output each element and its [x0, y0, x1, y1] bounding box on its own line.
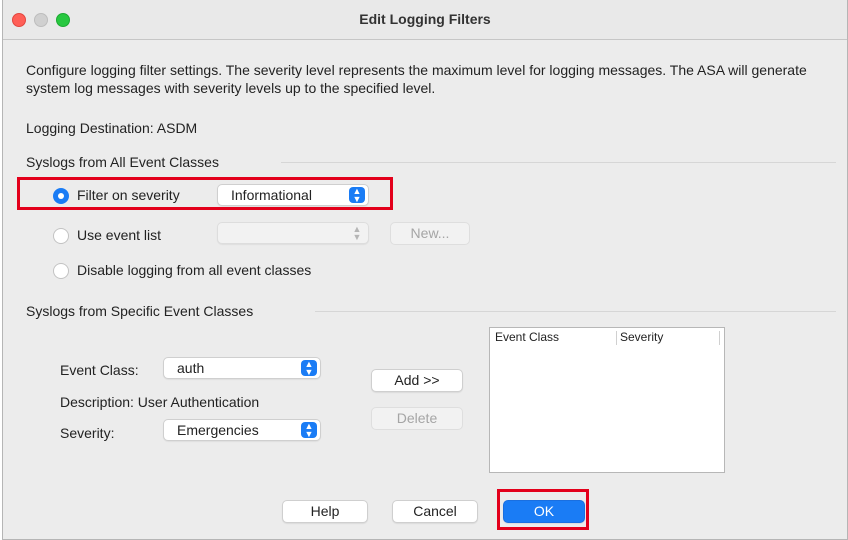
specific-event-classes-heading: Syslogs from Specific Event Classes: [26, 303, 254, 319]
column-header-event-class[interactable]: Event Class: [495, 330, 559, 344]
event-class-description: Description: User Authentication: [60, 394, 260, 410]
severity-value: Emergencies: [177, 422, 259, 438]
dialog-description: Configure logging filter settings. The s…: [26, 62, 807, 96]
column-divider: [616, 331, 617, 345]
severity-select[interactable]: Emergencies ▲ ▼: [163, 419, 321, 441]
disable-logging-label: Disable logging from all event classes: [77, 262, 312, 278]
window-title: Edit Logging Filters: [359, 11, 491, 27]
column-divider: [719, 331, 720, 345]
group-divider: [315, 311, 836, 312]
title-bar: Edit Logging Filters: [3, 0, 847, 40]
group-divider: [281, 162, 836, 163]
severity-label: Severity:: [60, 425, 115, 441]
edit-logging-filters-dialog: Edit Logging Filters Configure logging f…: [2, 0, 848, 540]
event-class-table[interactable]: Event Class Severity: [489, 327, 725, 473]
chevron-updown-icon: ▲ ▼: [301, 360, 317, 377]
use-event-list-radio[interactable]: [53, 228, 69, 244]
ok-highlight-box: [497, 489, 589, 530]
help-button[interactable]: Help: [282, 500, 368, 523]
severity-highlight-box: [17, 177, 393, 210]
add-event-class-button[interactable]: Add >>: [371, 369, 463, 392]
chevron-updown-icon: ▲ ▼: [301, 422, 317, 439]
cancel-button[interactable]: Cancel: [392, 500, 478, 523]
event-list-select[interactable]: ▲ ▼: [217, 222, 369, 244]
logging-destination-label: Logging Destination: ASDM: [26, 120, 198, 136]
disable-logging-radio[interactable]: [53, 263, 69, 279]
chevron-updown-icon: ▲ ▼: [352, 224, 362, 242]
delete-event-class-button[interactable]: Delete: [371, 407, 463, 430]
column-header-severity[interactable]: Severity: [620, 330, 663, 344]
event-class-value: auth: [177, 360, 205, 376]
event-class-label: Event Class:: [60, 362, 139, 378]
all-event-classes-heading: Syslogs from All Event Classes: [26, 154, 219, 170]
dialog-content: Configure logging filter settings. The s…: [3, 41, 847, 539]
new-event-list-button[interactable]: New...: [390, 222, 470, 245]
event-class-select[interactable]: auth ▲ ▼: [163, 357, 321, 379]
use-event-list-label: Use event list: [77, 227, 162, 243]
